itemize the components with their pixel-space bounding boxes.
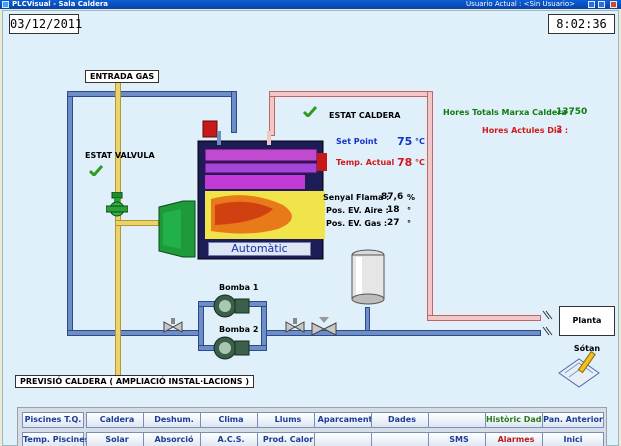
nav-button-deshum[interactable]: Deshum. bbox=[143, 412, 205, 428]
minimize-button[interactable] bbox=[588, 1, 595, 8]
nav-button-solar[interactable]: Solar bbox=[86, 432, 148, 446]
current-user: Usuario Actual : <Sin Usuario> bbox=[466, 0, 575, 8]
planta-sotan-button[interactable]: Planta Sótan bbox=[559, 306, 615, 353]
pump-1-icon[interactable] bbox=[211, 293, 251, 319]
nav-button-absorcio[interactable]: Absorció bbox=[143, 432, 205, 446]
nav-button-aparcament[interactable]: Aparcament bbox=[314, 412, 376, 428]
expansion-tank-icon bbox=[351, 249, 385, 305]
tank-drop-pipe bbox=[365, 307, 370, 331]
return-pipe-bottom-right bbox=[265, 330, 541, 336]
scada-canvas: 03/12/2011 8:02:36 ENTRADA GAS ESTAT VAL… bbox=[2, 10, 619, 446]
senyal-flama-value: 87,6 bbox=[381, 192, 404, 202]
nav-button-sms[interactable]: SMS bbox=[428, 432, 490, 446]
setpoint-unit: °C bbox=[415, 137, 425, 146]
date-display: 03/12/2011 bbox=[9, 14, 82, 34]
pos-aire-label: Pos. EV. Aire : bbox=[326, 206, 389, 215]
nav-button-llums[interactable]: Llums bbox=[257, 412, 319, 428]
nav-button-blank-3[interactable] bbox=[371, 432, 433, 446]
close-button[interactable] bbox=[610, 1, 617, 8]
temp-actual-unit: °C bbox=[415, 158, 425, 167]
bomba-2-label: Bomba 2 bbox=[219, 325, 259, 334]
notes-icon[interactable] bbox=[555, 349, 605, 393]
gas-valve-icon[interactable] bbox=[106, 192, 128, 218]
pipe-break-icon bbox=[542, 310, 553, 336]
pump-manifold-left bbox=[198, 301, 204, 351]
setpoint-value: 75 bbox=[397, 135, 413, 148]
return-pipe-top bbox=[67, 91, 237, 97]
nav-button-historic-dades[interactable]: Històric Dades bbox=[485, 412, 552, 428]
hores-totals-value: 13750 bbox=[556, 107, 588, 117]
pos-gas-value: 27 bbox=[387, 218, 400, 228]
nav-button-caldera[interactable]: Caldera bbox=[86, 412, 148, 428]
gas-pipe-vertical bbox=[115, 79, 121, 385]
window-titlebar: PLCVisual - Sala Caldera Usuario Actual … bbox=[0, 0, 621, 9]
hores-dia-value: 3 bbox=[556, 125, 563, 135]
nav-button-blank-2[interactable] bbox=[314, 432, 376, 446]
entrada-gas-label: ENTRADA GAS bbox=[85, 70, 160, 83]
check-valve-icon[interactable] bbox=[311, 315, 337, 337]
estat-valvula-label: ESTAT VALVULA bbox=[85, 151, 155, 160]
hores-totals-label: Hores Totals Marxa Caldera : bbox=[443, 108, 573, 117]
app-icon bbox=[2, 1, 9, 8]
boiler-mode-indicator: Automàtic bbox=[208, 242, 311, 256]
nav-button-acs[interactable]: A.C.S. bbox=[200, 432, 262, 446]
nav-button-pan-anterior[interactable]: Pan. Anterior bbox=[542, 412, 604, 428]
pos-gas-unit: ° bbox=[407, 219, 411, 228]
pos-aire-unit: ° bbox=[407, 206, 411, 215]
burner-icon[interactable] bbox=[153, 199, 198, 259]
hot-pipe-right bbox=[427, 91, 433, 321]
setpoint-label: Set Point bbox=[336, 137, 378, 146]
return-valve-1-icon[interactable] bbox=[163, 318, 183, 334]
pump-manifold-right bbox=[261, 301, 267, 351]
nav-button-blank-1[interactable] bbox=[428, 412, 490, 428]
previsio-caldera-label: PREVISIÓ CALDERA ( AMPLIACIÓ INSTAL·LACI… bbox=[15, 375, 254, 388]
nav-button-prod-calor[interactable]: Prod. Calor bbox=[257, 432, 319, 446]
boiler-ok-check-icon bbox=[303, 106, 317, 117]
valve-ok-check-icon bbox=[89, 165, 103, 176]
pos-gas-label: Pos. EV. Gas : bbox=[326, 219, 388, 228]
return-pipe-left bbox=[67, 91, 73, 336]
nav-button-inici[interactable]: Inici bbox=[542, 432, 604, 446]
estat-caldera-label: ESTAT CALDERA bbox=[329, 111, 401, 120]
time-display: 8:02:36 bbox=[548, 14, 615, 34]
senyal-flama-unit: % bbox=[407, 193, 416, 202]
navigation-button-bar: Piscines T.Q. Caldera Deshum. Clima Llum… bbox=[17, 407, 607, 446]
nav-button-temp-piscines[interactable]: Temp. Piscines bbox=[22, 432, 89, 446]
temp-actual-label: Temp. Actual bbox=[336, 158, 395, 167]
bomba-1-label: Bomba 1 bbox=[219, 283, 259, 292]
nav-button-piscines-tq[interactable]: Piscines T.Q. bbox=[22, 412, 84, 428]
nav-button-dades[interactable]: Dades bbox=[371, 412, 433, 428]
return-valve-2-icon[interactable] bbox=[285, 318, 305, 334]
nav-button-clima[interactable]: Clima bbox=[200, 412, 262, 428]
pos-aire-value: 18 bbox=[387, 205, 400, 215]
pump-2-icon[interactable] bbox=[211, 335, 251, 361]
nav-button-alarmes[interactable]: Alarmes bbox=[485, 432, 547, 446]
maximize-button[interactable] bbox=[598, 1, 605, 8]
temp-actual-value: 78 bbox=[397, 156, 413, 169]
hot-pipe-top bbox=[269, 91, 429, 97]
senyal-flama-label: Senyal Flama : bbox=[323, 193, 390, 202]
window-title: PLCVisual - Sala Caldera bbox=[12, 0, 108, 8]
hot-pipe-to-planta bbox=[427, 315, 541, 321]
